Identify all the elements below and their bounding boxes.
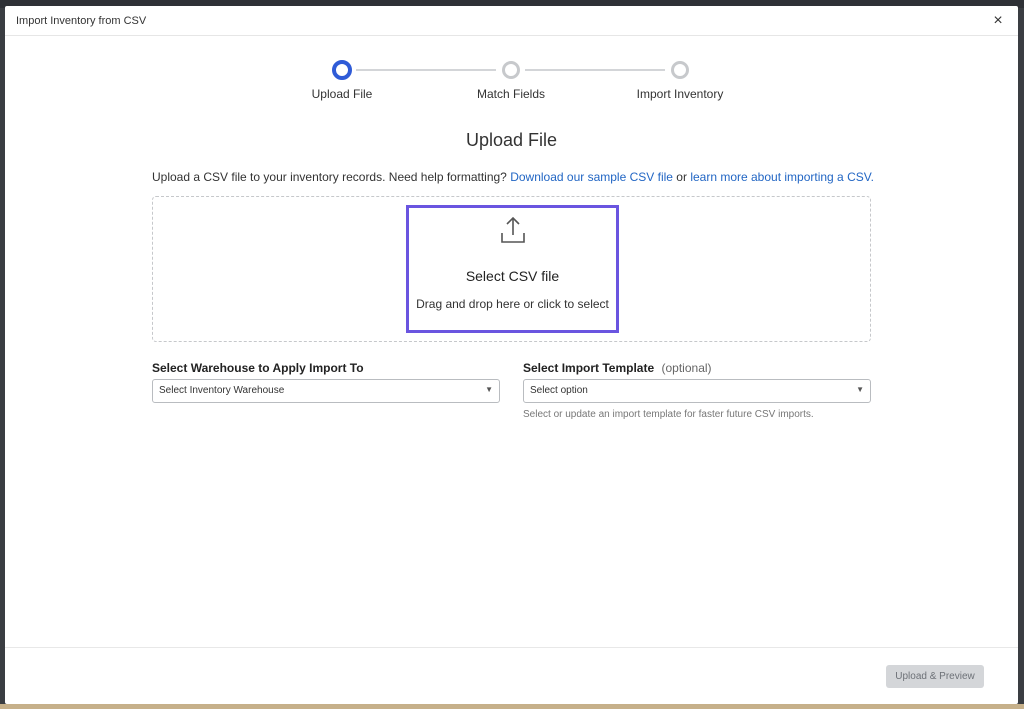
step-label: Upload File <box>311 87 373 101</box>
step-indicator <box>671 61 689 79</box>
close-icon: × <box>993 12 1003 29</box>
warehouse-select-value: Select Inventory Warehouse <box>159 385 285 396</box>
step-match-fields: Match Fields <box>456 61 566 101</box>
step-label: Import Inventory <box>636 87 724 101</box>
sample-csv-link[interactable]: Download our sample CSV file <box>510 170 673 184</box>
step-upload-file: Upload File <box>287 60 397 101</box>
intro-text: Upload a CSV file to your inventory reco… <box>152 170 874 184</box>
background-bottom-strip <box>0 704 1024 709</box>
select-csv-button[interactable]: Select CSV file Drag and drop here or cl… <box>406 205 619 333</box>
close-button[interactable]: × <box>988 11 1008 31</box>
modal-title: Import Inventory from CSV <box>16 15 147 27</box>
step-indicator-active <box>332 60 352 80</box>
drop-title: Select CSV file <box>465 268 560 284</box>
chevron-down-icon: ▼ <box>485 385 493 394</box>
template-help-text: Select or update an import template for … <box>523 409 814 420</box>
step-import-inventory: Import Inventory <box>625 61 735 101</box>
template-select-value: Select option <box>530 385 588 396</box>
upload-preview-button[interactable]: Upload & Preview <box>886 665 984 688</box>
template-label-text: Select Import Template <box>523 361 655 375</box>
template-label: Select Import Template (optional) <box>523 361 712 375</box>
modal-header: Import Inventory from CSV × <box>5 6 1018 36</box>
warehouse-label-text: Select Warehouse to Apply Import To <box>152 361 364 375</box>
warehouse-label: Select Warehouse to Apply Import To <box>152 361 364 375</box>
csv-dropzone[interactable]: Select CSV file Drag and drop here or cl… <box>152 196 871 342</box>
import-modal: Import Inventory from CSV × Upload File … <box>5 6 1018 704</box>
intro-or: or <box>676 170 687 184</box>
optional-tag: (optional) <box>661 361 712 375</box>
warehouse-select[interactable]: Select Inventory Warehouse ▼ <box>152 379 500 403</box>
chevron-down-icon: ▼ <box>856 385 864 394</box>
step-indicator <box>502 61 520 79</box>
intro-description: Upload a CSV file to your inventory reco… <box>152 170 507 184</box>
drop-subtitle: Drag and drop here or click to select <box>416 297 609 311</box>
footer-divider <box>5 647 1018 648</box>
learn-more-link[interactable]: learn more about importing a CSV. <box>690 170 874 184</box>
section-title: Upload File <box>465 130 558 150</box>
step-label: Match Fields <box>476 87 546 101</box>
upload-icon <box>501 216 525 243</box>
template-select[interactable]: Select option ▼ <box>523 379 871 403</box>
